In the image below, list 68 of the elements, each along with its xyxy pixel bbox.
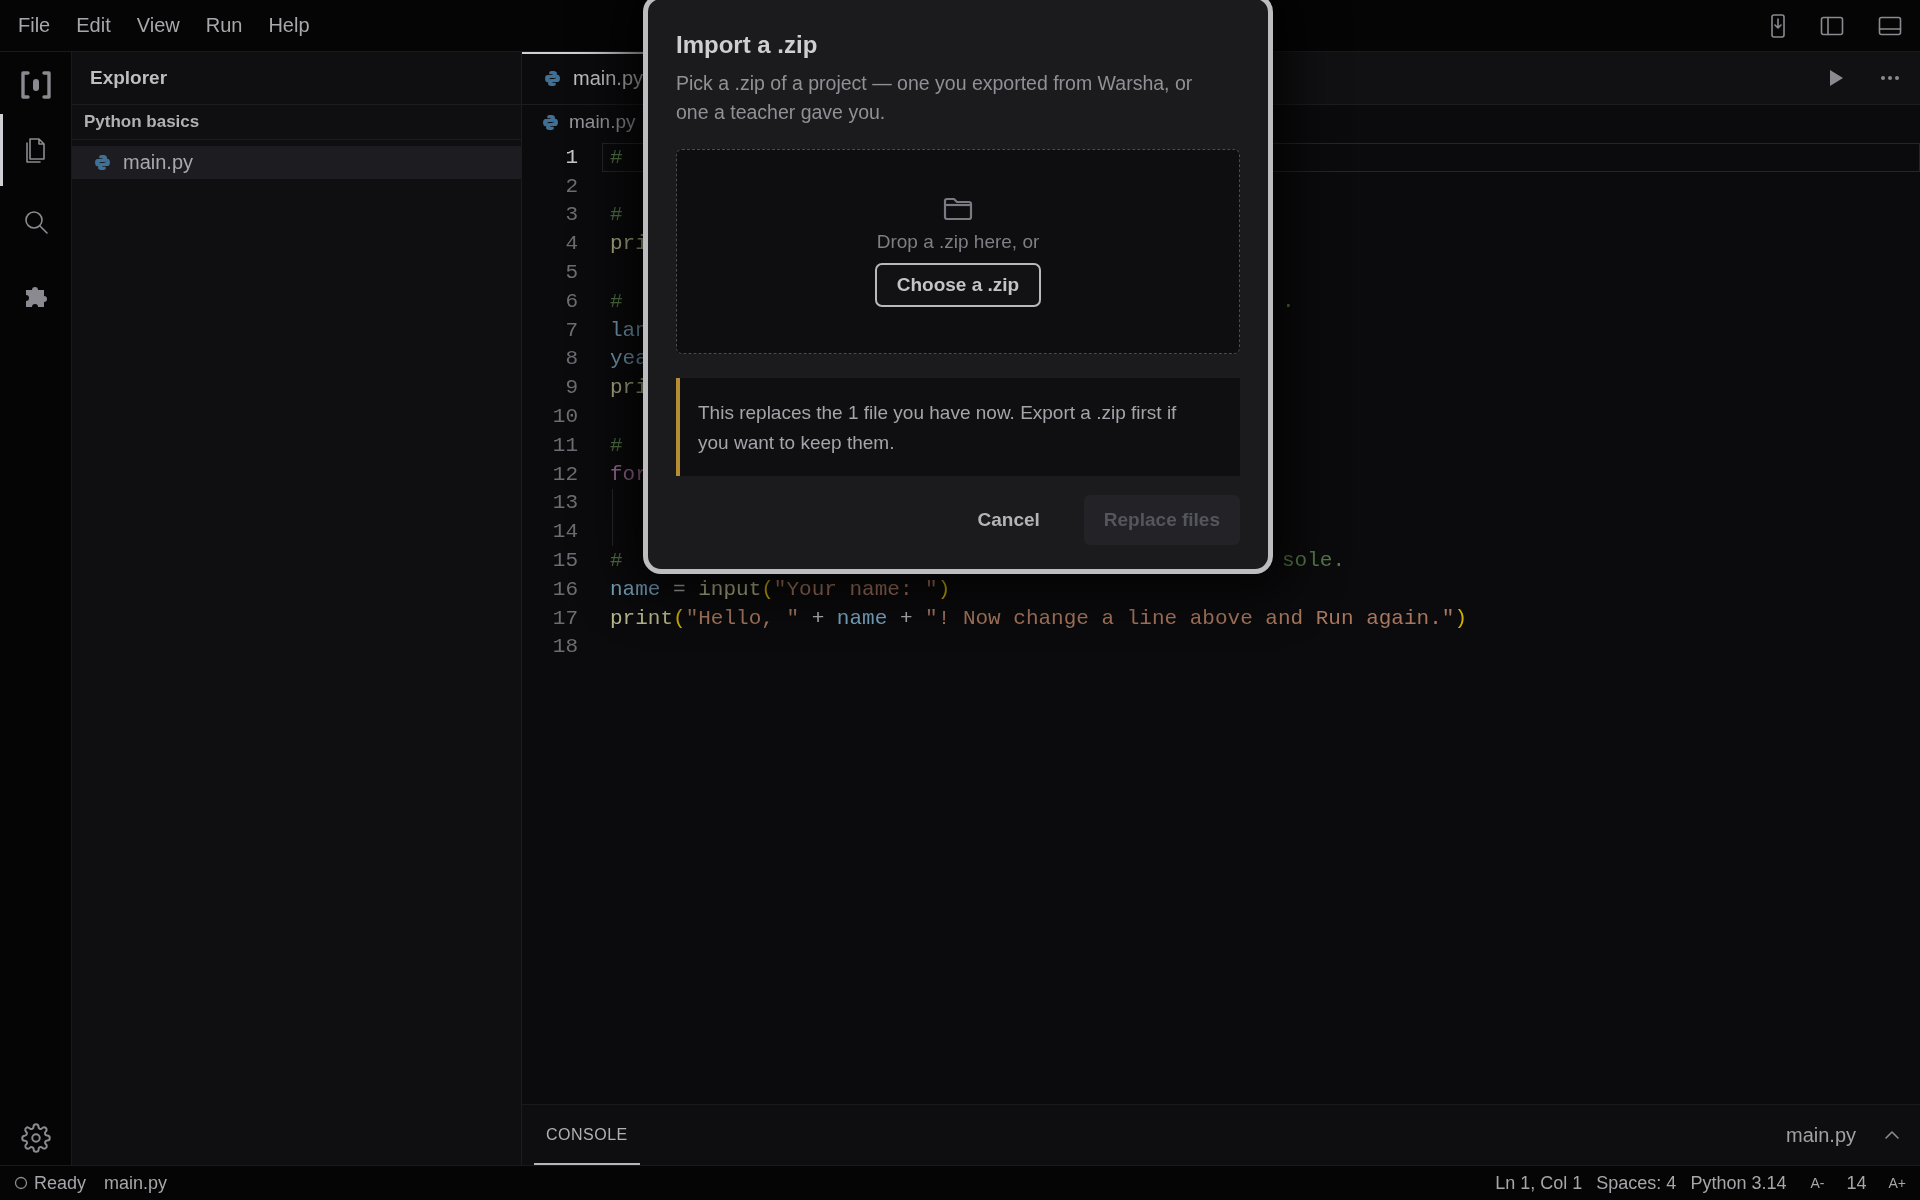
menu-item[interactable]: Run: [195, 14, 253, 37]
folder-icon: [943, 196, 973, 221]
gear-icon[interactable]: [20, 1123, 51, 1153]
code-line: #: [610, 145, 623, 169]
bracket-logo-icon[interactable]: [19, 70, 52, 100]
code-line: pri: [610, 232, 648, 256]
line-number: 17: [551, 606, 578, 630]
breadcrumb[interactable]: main.py: [569, 111, 636, 133]
project-name[interactable]: Python basics: [72, 105, 521, 140]
code-line: #: [610, 549, 623, 573]
menu-item[interactable]: Edit: [66, 14, 121, 37]
language-mode[interactable]: Python 3.14: [1690, 1172, 1787, 1194]
cursor-position[interactable]: Ln 1, Col 1: [1495, 1172, 1583, 1194]
status-circle-icon[interactable]: [14, 1176, 28, 1190]
play-icon[interactable]: [1828, 69, 1844, 87]
dialog-title: Import a .zip: [676, 31, 819, 59]
status-text: Ready: [34, 1172, 87, 1194]
panel-layout-icon[interactable]: [1878, 15, 1902, 36]
code-line: #: [610, 289, 623, 313]
sidebar-layout-icon[interactable]: [1820, 15, 1844, 36]
menu-item[interactable]: View: [126, 14, 190, 37]
line-number: 3: [564, 203, 578, 227]
file-type-icon: [542, 113, 559, 131]
chevron-up-icon[interactable]: [1884, 1130, 1900, 1140]
line-number: 12: [551, 462, 578, 486]
line-number: 18: [551, 635, 578, 659]
code-line: pri: [610, 376, 648, 400]
panel-tab[interactable]: CONSOLE: [534, 1105, 640, 1165]
warning-note: This replaces the 1 file you have now. Export a .zip first if you want to keep them.: [676, 378, 1240, 476]
line-number: 7: [564, 318, 578, 342]
line-number: 8: [564, 347, 578, 371]
file-type-icon: [94, 154, 111, 171]
code-line: print("Hello, " + name + "! Now change a line above and Run again."): [610, 606, 1467, 630]
line-number: 10: [551, 405, 578, 429]
line-number: 9: [564, 376, 578, 400]
line-number: 14: [551, 520, 578, 544]
line-number: 15: [551, 549, 578, 573]
menu-item[interactable]: Help: [258, 14, 320, 37]
drop-hint: Drop a .zip here, or: [876, 230, 1040, 253]
code-line: .: [1282, 289, 1295, 313]
font-larger-button[interactable]: A+: [1888, 1175, 1906, 1191]
line-number: 4: [564, 232, 578, 256]
line-number: 13: [551, 491, 578, 515]
more-icon[interactable]: [1880, 75, 1900, 81]
line-number: 5: [564, 261, 578, 285]
code-line: sole.: [1282, 549, 1345, 573]
code-line: for: [610, 462, 648, 486]
dialog-description: Pick a .zip of a project — one you exported from Warsha, or one a teacher gave you.: [676, 71, 1194, 125]
cancel-button[interactable]: Cancel: [957, 495, 1060, 545]
line-number: 6: [564, 289, 578, 313]
panel-title: Explorer: [72, 52, 521, 105]
choose-file-button[interactable]: Choose a .zip: [874, 262, 1042, 307]
console-file: main.py: [1785, 1122, 1857, 1148]
indent-setting[interactable]: Spaces: 4: [1596, 1172, 1677, 1194]
line-number: 1: [564, 145, 578, 169]
line-number: 11: [551, 433, 578, 457]
drop-zone[interactable]: Drop a .zip here, or Choose a .zip: [676, 149, 1240, 354]
font-size: 14: [1846, 1172, 1867, 1194]
code-line: name = input("Your name: "): [610, 577, 951, 601]
code-line: #: [610, 203, 623, 227]
file-type-icon: [544, 69, 561, 87]
status-file: main.py: [104, 1172, 168, 1194]
line-number: 2: [564, 174, 578, 198]
code-line: #: [610, 433, 623, 457]
menu-item[interactable]: File: [8, 14, 61, 37]
font-smaller-button[interactable]: A-: [1810, 1175, 1825, 1191]
line-number: 16: [551, 577, 578, 601]
explorer-file[interactable]: main.py: [72, 146, 521, 179]
